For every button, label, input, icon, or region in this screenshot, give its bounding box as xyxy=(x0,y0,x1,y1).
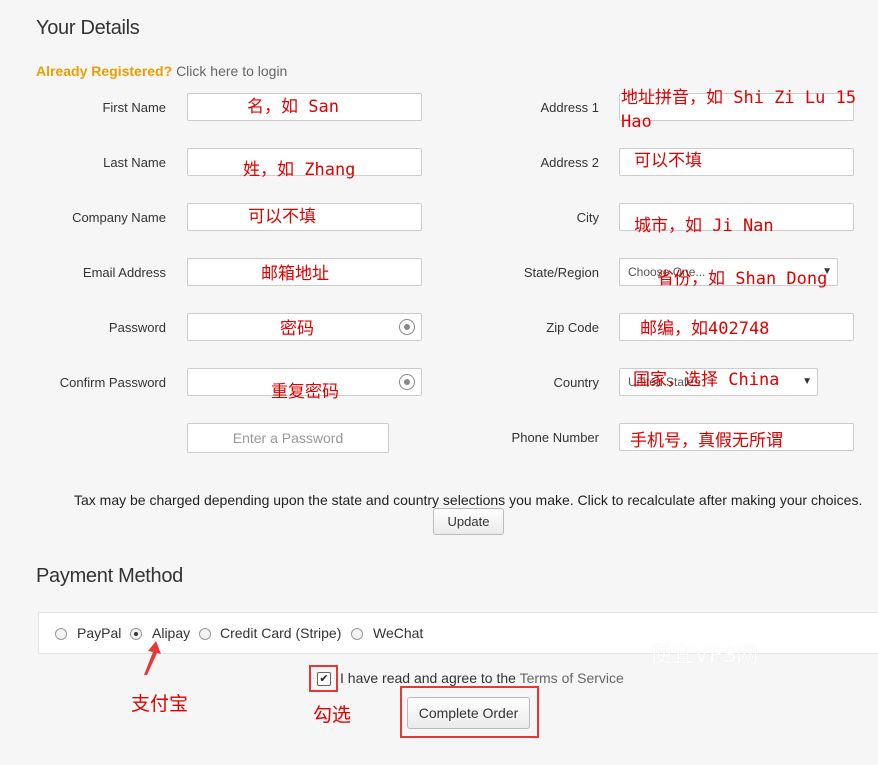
credit-card-radio[interactable] xyxy=(199,628,211,640)
address1-label: Address 1 xyxy=(540,100,599,115)
note-email: 邮箱地址 xyxy=(261,264,329,284)
annotation-arrow-icon xyxy=(144,641,161,675)
country-label: Country xyxy=(553,375,599,390)
your-details-title: Your Details xyxy=(36,17,140,39)
paypal-radio[interactable] xyxy=(55,628,67,640)
password-reveal-icon[interactable] xyxy=(399,319,415,335)
state-region-label: State/Region xyxy=(523,265,599,280)
payment-method-title: Payment Method xyxy=(36,565,183,587)
password-generator-input[interactable]: Enter a Password xyxy=(187,423,389,453)
note-country: 国家，选择 China xyxy=(633,370,780,390)
email-address-label: Email Address xyxy=(82,265,166,280)
watermark: 便宜VPS网 xyxy=(650,643,759,668)
confirm-password-reveal-icon[interactable] xyxy=(399,374,415,390)
note-zip: 邮编，如402748 xyxy=(640,319,770,339)
wechat-radio[interactable] xyxy=(351,628,363,640)
complete-order-button[interactable]: Complete Order xyxy=(407,697,530,729)
note-last-name: 姓，如 Zhang xyxy=(243,160,356,180)
note-company-name: 可以不填 xyxy=(248,207,316,227)
login-line: Already Registered? Click here to login xyxy=(36,63,287,79)
phone-number-label: Phone Number xyxy=(511,430,599,445)
checkmark-icon: ✔ xyxy=(319,673,329,685)
note-password: 密码 xyxy=(280,319,314,339)
login-link[interactable]: Click here to login xyxy=(176,63,287,79)
last-name-label: Last Name xyxy=(103,155,166,170)
address2-label: Address 2 xyxy=(540,155,599,170)
zip-code-label: Zip Code xyxy=(546,320,599,335)
wechat-label[interactable]: WeChat xyxy=(373,625,423,641)
terms-of-service-link[interactable]: Terms of Service xyxy=(520,670,624,686)
first-name-label: First Name xyxy=(102,100,166,115)
note-first-name: 名，如 San xyxy=(247,97,339,117)
update-button[interactable]: Update xyxy=(433,508,504,535)
agree-checkbox[interactable]: ✔ xyxy=(317,672,331,686)
credit-card-label[interactable]: Credit Card (Stripe) xyxy=(220,625,341,641)
already-registered-label: Already Registered? xyxy=(36,63,173,79)
confirm-password-label: Confirm Password xyxy=(59,375,166,390)
city-label: City xyxy=(576,210,599,225)
note-address1: 地址拼音，如 Shi Zi Lu 15 Hao xyxy=(621,88,857,132)
agree-text: I have read and agree to the xyxy=(340,670,516,686)
note-check: 勾选 xyxy=(313,704,352,726)
note-address2: 可以不填 xyxy=(634,151,702,171)
note-state: 省份，如 Shan Dong xyxy=(657,269,828,289)
note-alipay: 支付宝 xyxy=(131,693,189,715)
chevron-down-icon: ▼ xyxy=(802,376,812,387)
note-confirm-password: 重复密码 xyxy=(271,382,339,402)
paypal-label[interactable]: PayPal xyxy=(77,625,121,641)
company-name-label: Company Name xyxy=(72,210,166,225)
agree-line: I have read and agree to the Terms of Se… xyxy=(340,670,624,686)
password-label: Password xyxy=(108,320,166,335)
note-phone: 手机号，真假无所谓 xyxy=(630,431,783,451)
note-city: 城市，如 Ji Nan xyxy=(634,216,774,236)
tax-notice: Tax may be charged depending upon the st… xyxy=(74,492,863,508)
